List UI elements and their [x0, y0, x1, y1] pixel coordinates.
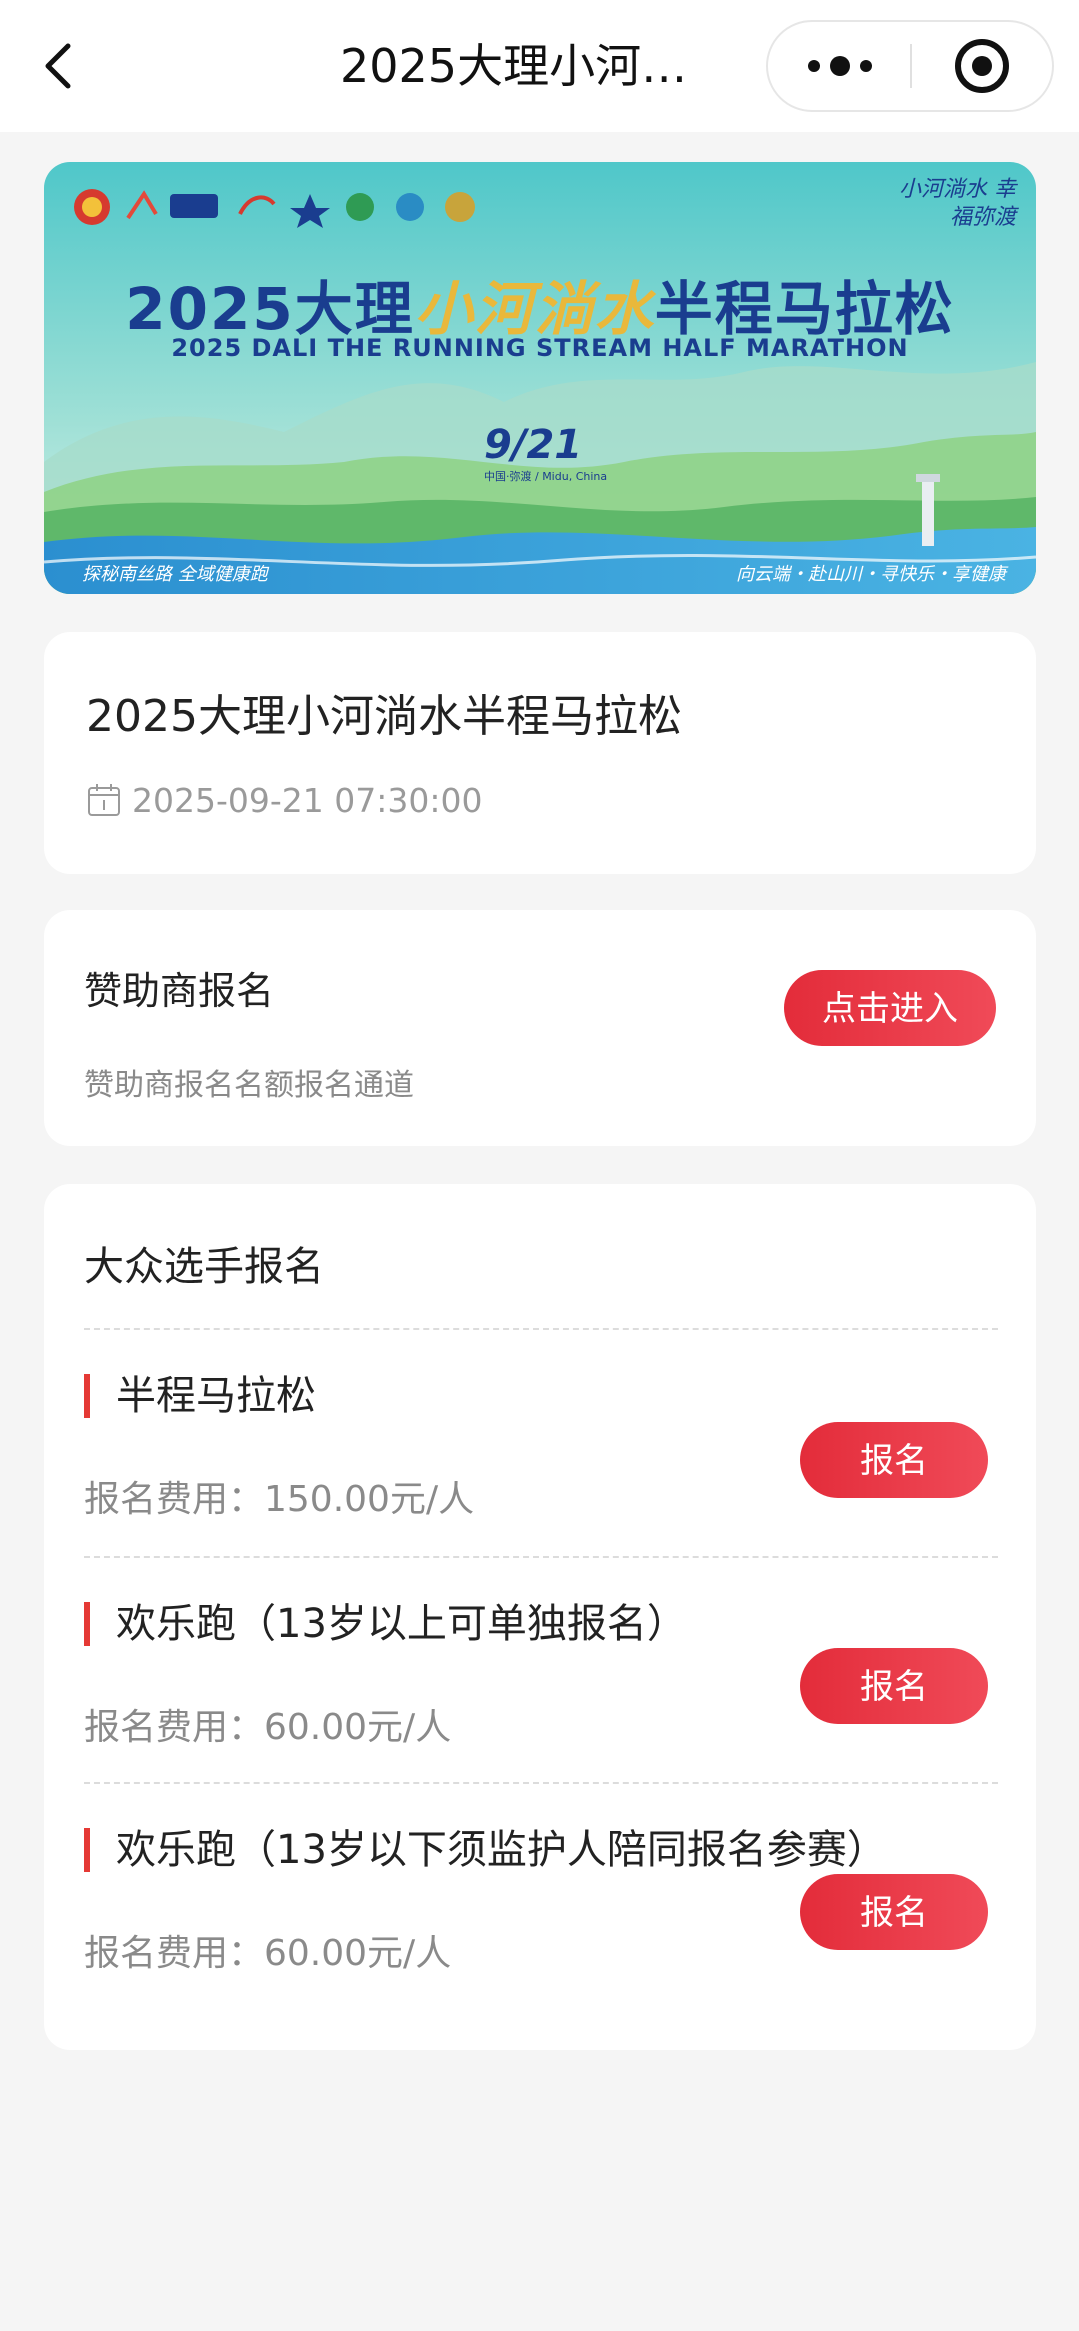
- public-registration-card: 大众选手报名 半程马拉松 报名费用：150.00元/人 报名 欢乐跑（13岁以上…: [44, 1184, 1036, 2050]
- public-registration-title: 大众选手报名: [84, 1244, 324, 1290]
- target-close-icon: [955, 39, 1009, 93]
- banner-location: 中国·弥渡 / Midu, China: [484, 470, 608, 483]
- race-name: 欢乐跑（13岁以下须监护人陪同报名参赛）: [84, 1828, 887, 1872]
- divider: [84, 1782, 998, 1784]
- race-fee: 报名费用：60.00元/人: [84, 1933, 452, 1974]
- event-info-card: 2025大理小河淌水半程马拉松 2025-09-21 07:30:00: [44, 632, 1036, 874]
- close-mini-program-button[interactable]: [912, 22, 1054, 110]
- sponsor-registration-card: 赞助商报名 赞助商报名名额报名通道 点击进入: [44, 910, 1036, 1146]
- calendar-icon: [88, 784, 120, 816]
- event-datetime: 2025-09-21 07:30:00: [132, 780, 483, 820]
- half-marathon-signup-button[interactable]: 报名: [800, 1422, 988, 1498]
- banner-slogan-bottom-right: 向云端・赴山川・寻快乐・享健康: [736, 564, 1006, 585]
- banner-slogan-top-right: 小河淌水 幸福弥渡: [899, 177, 1016, 230]
- sponsor-title: 赞助商报名: [84, 969, 275, 1013]
- sponsor-description: 赞助商报名名额报名通道: [84, 1068, 414, 1103]
- divider: [84, 1556, 998, 1558]
- event-banner: 小河淌水 幸福弥渡 2025大理小河淌水半程马拉松 2025 DALI THE …: [44, 162, 1036, 594]
- page-title: 2025大理小河…: [340, 39, 688, 93]
- event-title: 2025大理小河淌水半程马拉松: [86, 691, 682, 742]
- banner-title-calligraphy: 小河淌水: [414, 275, 655, 343]
- sponsor-logos: [74, 189, 475, 228]
- fun-run-over-13-signup-button[interactable]: 报名: [800, 1648, 988, 1724]
- race-fee: 报名费用：60.00元/人: [84, 1707, 452, 1748]
- event-datetime-row: 2025-09-21 07:30:00: [86, 778, 482, 822]
- race-name: 欢乐跑（13岁以上可单独报名）: [84, 1602, 687, 1646]
- more-button[interactable]: [768, 22, 910, 110]
- mini-program-capsule: [766, 20, 1054, 112]
- navigation-bar: 2025大理小河…: [0, 0, 1079, 132]
- race-name: 半程马拉松: [84, 1374, 316, 1418]
- divider: [84, 1328, 998, 1330]
- back-button[interactable]: [38, 38, 88, 94]
- fun-run-under-13-signup-button[interactable]: 报名: [800, 1874, 988, 1950]
- chevron-left-icon: [45, 43, 71, 89]
- sponsor-enter-button[interactable]: 点击进入: [784, 970, 996, 1046]
- race-fee: 报名费用：150.00元/人: [84, 1479, 475, 1520]
- banner-date: 9/21: [484, 422, 583, 468]
- banner-title-prefix: 2025大理: [125, 275, 415, 343]
- more-dots-icon: [808, 56, 872, 76]
- banner-slogan-bottom-left: 探秘南丝路 全域健康跑: [82, 564, 268, 585]
- banner-subtitle: 2025 DALI THE RUNNING STREAM HALF MARATH…: [171, 334, 909, 362]
- banner-title-suffix: 半程马拉松: [654, 275, 955, 343]
